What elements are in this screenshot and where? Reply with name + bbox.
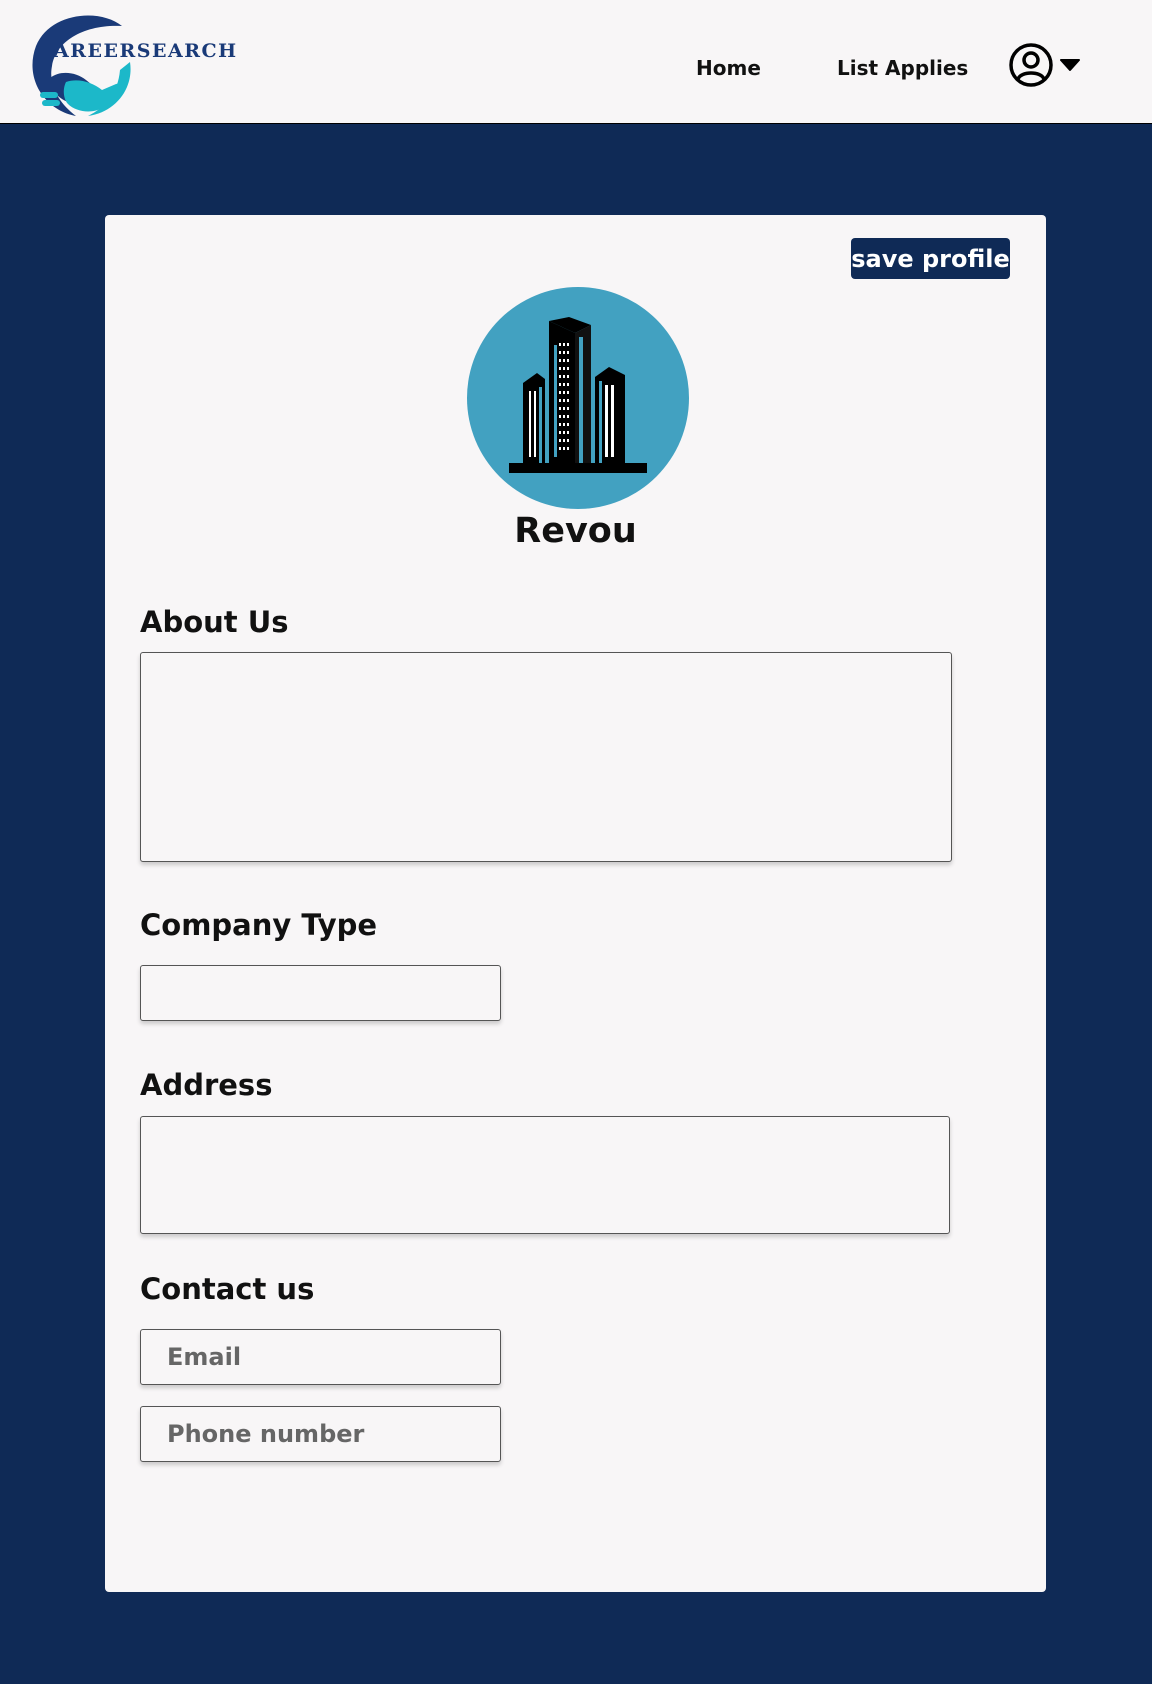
phone-number-input[interactable]	[140, 1406, 501, 1462]
logo-text: AREERSEARCH	[54, 40, 238, 62]
company-type-input[interactable]	[140, 965, 501, 1021]
email-input[interactable]	[140, 1329, 501, 1385]
nav-home-link[interactable]: Home	[696, 56, 761, 80]
company-profile-card: save profile Revou About Us Company Type…	[105, 215, 1046, 1592]
save-profile-button[interactable]: save profile	[851, 238, 1010, 279]
address-textarea[interactable]	[140, 1116, 950, 1234]
company-type-label: Company Type	[140, 908, 378, 942]
nav-list-applies-link[interactable]: List Applies	[837, 56, 968, 80]
caret-down-icon	[1060, 59, 1080, 71]
user-circle-icon	[1009, 43, 1053, 87]
contact-us-label: Contact us	[140, 1272, 315, 1306]
top-navbar: AREERSEARCH Home List Applies	[0, 0, 1152, 124]
user-menu-button[interactable]	[1008, 42, 1084, 88]
building-icon	[509, 317, 647, 473]
address-label: Address	[140, 1068, 273, 1102]
company-avatar[interactable]	[467, 287, 689, 509]
about-us-label: About Us	[140, 605, 289, 639]
logo-mark-icon	[32, 15, 131, 116]
about-us-textarea[interactable]	[140, 652, 952, 862]
careersearch-logo[interactable]: AREERSEARCH	[30, 8, 250, 118]
company-name: Revou	[514, 511, 637, 551]
